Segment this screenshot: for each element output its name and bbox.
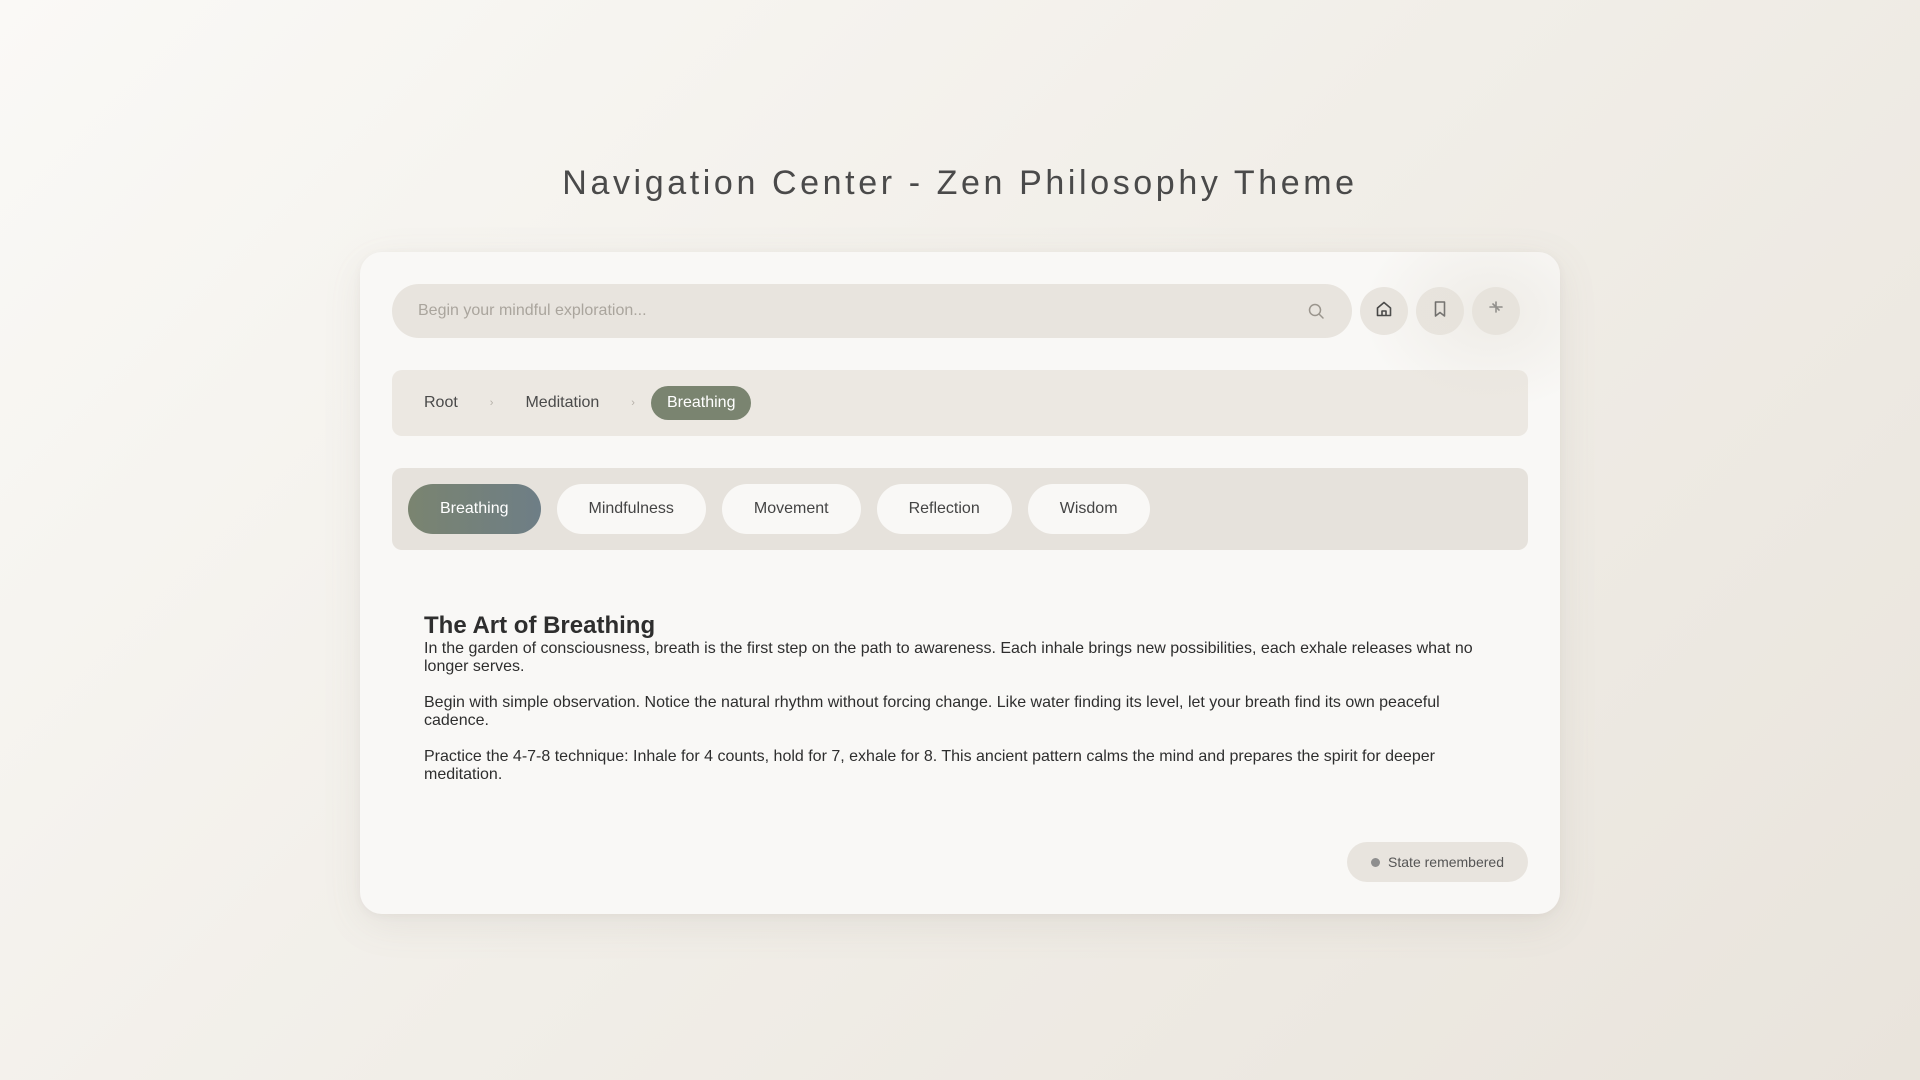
bookmark-icon [1430,299,1450,324]
breadcrumb-separator: › [489,397,494,409]
content-paragraph: Begin with simple observation. Notice th… [424,694,1440,729]
home-button[interactable] [1360,287,1408,335]
tab-movement[interactable]: Movement [721,484,861,534]
content-heading: The Art of Breathing [424,612,656,639]
tab-reflection[interactable]: Reflection [876,484,1012,534]
breadcrumb: Root › Meditation › Breathing [392,370,1528,436]
breadcrumb-item-root[interactable]: Root [408,386,474,420]
category-tabs: Breathing Mindfulness Movement Reflectio… [392,468,1528,550]
sparkle-icon [1486,299,1506,324]
search-icon[interactable] [1306,301,1326,321]
status-badge: State remembered [1347,842,1528,882]
tab-mindfulness[interactable]: Mindfulness [556,484,706,534]
breadcrumb-item-meditation[interactable]: Meditation [509,386,615,420]
tab-wisdom[interactable]: Wisdom [1027,484,1150,534]
breadcrumb-item-breathing[interactable]: Breathing [650,386,752,420]
search-toolbar [392,284,1528,338]
sparkle-button[interactable] [1472,287,1520,335]
status-label: State remembered [1388,854,1504,870]
search-input[interactable] [418,302,1306,320]
home-icon [1374,299,1394,324]
content-panel: The Art of Breathing In the garden of co… [424,612,1506,802]
breadcrumb-separator: › [631,397,635,409]
page-title: Navigation Center - Zen Philosophy Theme [562,164,1358,202]
tab-breathing[interactable]: Breathing [408,484,541,534]
navigation-card: Root › Meditation › Breathing Breathing … [360,252,1560,914]
status-dot-icon [1371,857,1381,867]
search-bar[interactable] [392,284,1352,338]
content-paragraph: Practice the 4-7-8 technique: Inhale for… [424,748,1435,783]
content-paragraph: In the garden of consciousness, breath i… [424,640,1473,675]
bookmark-button[interactable] [1416,287,1464,335]
